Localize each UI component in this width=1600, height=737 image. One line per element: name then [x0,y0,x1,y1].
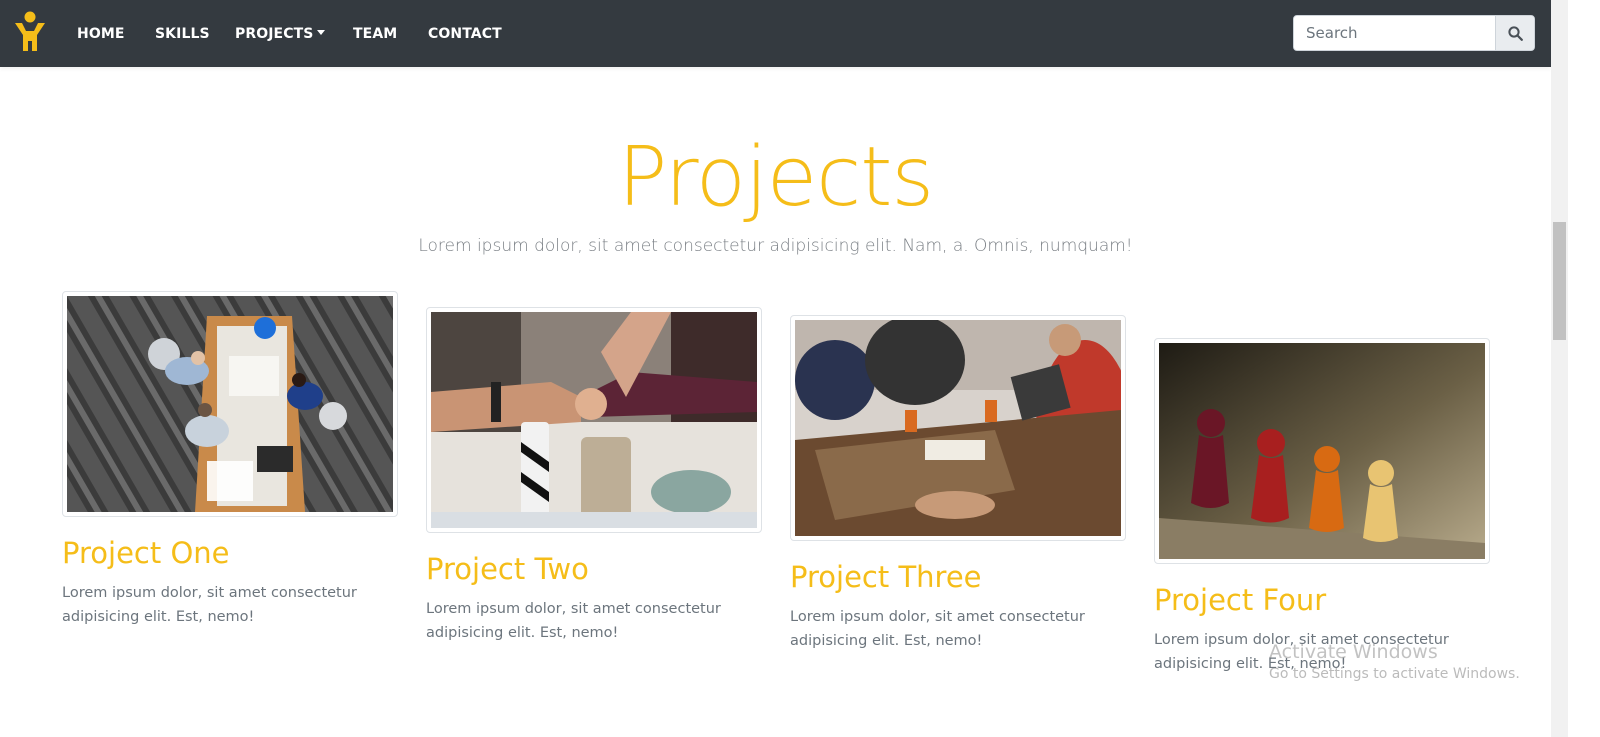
page-scrollbar[interactable] [1551,0,1568,737]
project-card: Project Two Lorem ipsum dolor, sit amet … [426,307,762,645]
project-card: Project Three Lorem ipsum dolor, sit ame… [790,315,1126,653]
search-input[interactable] [1294,16,1496,50]
person-arms-up-icon[interactable] [13,11,47,53]
people-working-table-photo [795,320,1121,536]
project-description: Lorem ipsum dolor, sit amet consectetur … [426,601,721,641]
project-image-frame[interactable] [426,307,762,533]
scrollbar-thumb[interactable] [1553,222,1566,340]
project-card: Project One Lorem ipsum dolor, sit amet … [62,291,398,629]
project-description: Lorem ipsum dolor, sit amet consectetur … [790,609,1085,649]
search-button[interactable] [1495,16,1534,50]
top-navbar: HOME SKILLS PROJECTS TEAM CONTACT [0,0,1551,67]
project-image-frame[interactable] [62,291,398,517]
project-title: Project Four [1154,583,1327,617]
nav-projects-label: PROJECTS [235,26,314,42]
project-title: Project One [62,536,230,570]
nav-skills[interactable]: SKILLS [155,24,210,44]
activate-windows-hint: Go to Settings to activate Windows. [1269,666,1520,682]
project-title: Project Three [790,560,982,594]
project-image-frame[interactable] [790,315,1126,541]
nav-projects-dropdown[interactable]: PROJECTS [235,24,326,44]
search-icon [1508,26,1523,41]
fist-bump-photo [431,312,757,528]
team-meeting-photo [67,296,393,512]
search-form [1293,15,1535,51]
nav-home[interactable]: HOME [77,24,125,44]
section-title: Projects [617,130,934,225]
caret-down-icon [317,29,326,35]
project-description: Lorem ipsum dolor, sit amet consectetur … [62,585,357,625]
activate-windows-heading: Activate Windows [1269,641,1438,663]
project-card: Project Four Lorem ipsum dolor, sit amet… [1154,338,1490,676]
section-subtitle: Lorem ipsum dolor, sit amet consectetur … [418,236,1133,256]
project-title: Project Two [426,552,589,586]
project-image-frame[interactable] [1154,338,1490,564]
nav-contact[interactable]: CONTACT [428,24,502,44]
nav-team[interactable]: TEAM [353,24,397,44]
wooden-pawns-photo [1159,343,1485,559]
